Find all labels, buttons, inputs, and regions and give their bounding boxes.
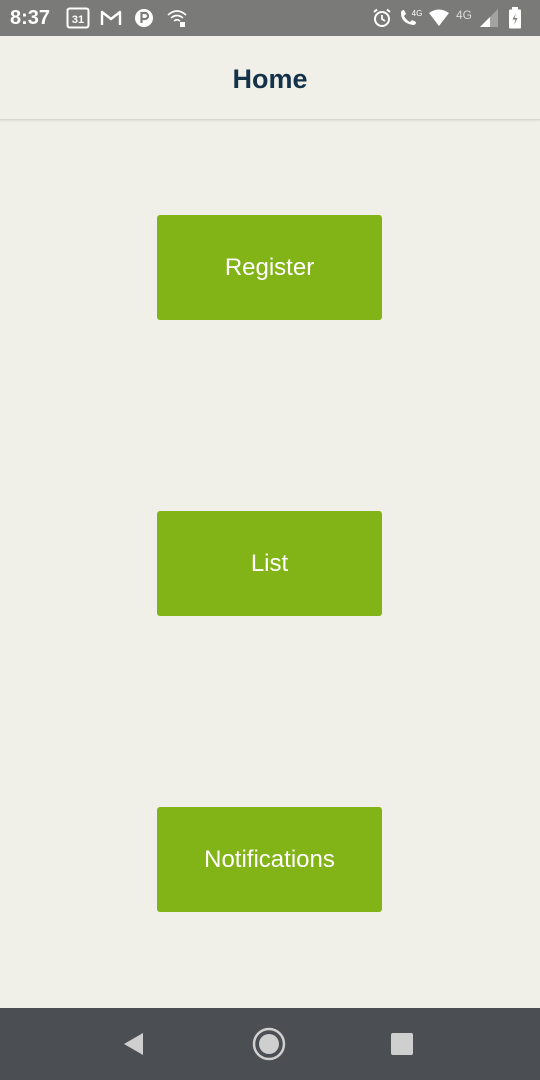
calendar-day: 31 [72,14,84,26]
back-icon[interactable] [116,1026,152,1062]
navigation-bar [0,1008,540,1080]
recents-icon[interactable] [384,1026,420,1062]
home-icon[interactable] [251,1026,287,1062]
gmail-icon [100,8,122,28]
status-bar: 8:37 31 4G 4G [0,0,540,36]
calendar-icon: 31 [66,7,90,29]
battery-icon [508,7,522,29]
wifi-icon [428,8,450,28]
network-type-right: 4G [456,8,472,22]
network-type-left: 4G [412,9,423,18]
volte-call-icon: 4G [398,8,424,28]
wifi-alert-icon [166,8,188,28]
notifications-button[interactable]: Notifications [157,807,382,912]
alarm-icon [372,8,392,28]
app-bar: Home [0,36,540,120]
list-button[interactable]: List [157,511,382,616]
p-app-icon [134,8,154,28]
register-button[interactable]: Register [157,215,382,320]
page-title: Home [232,64,308,94]
signal-icon: 4G [456,8,502,28]
status-time: 8:37 [10,7,51,29]
